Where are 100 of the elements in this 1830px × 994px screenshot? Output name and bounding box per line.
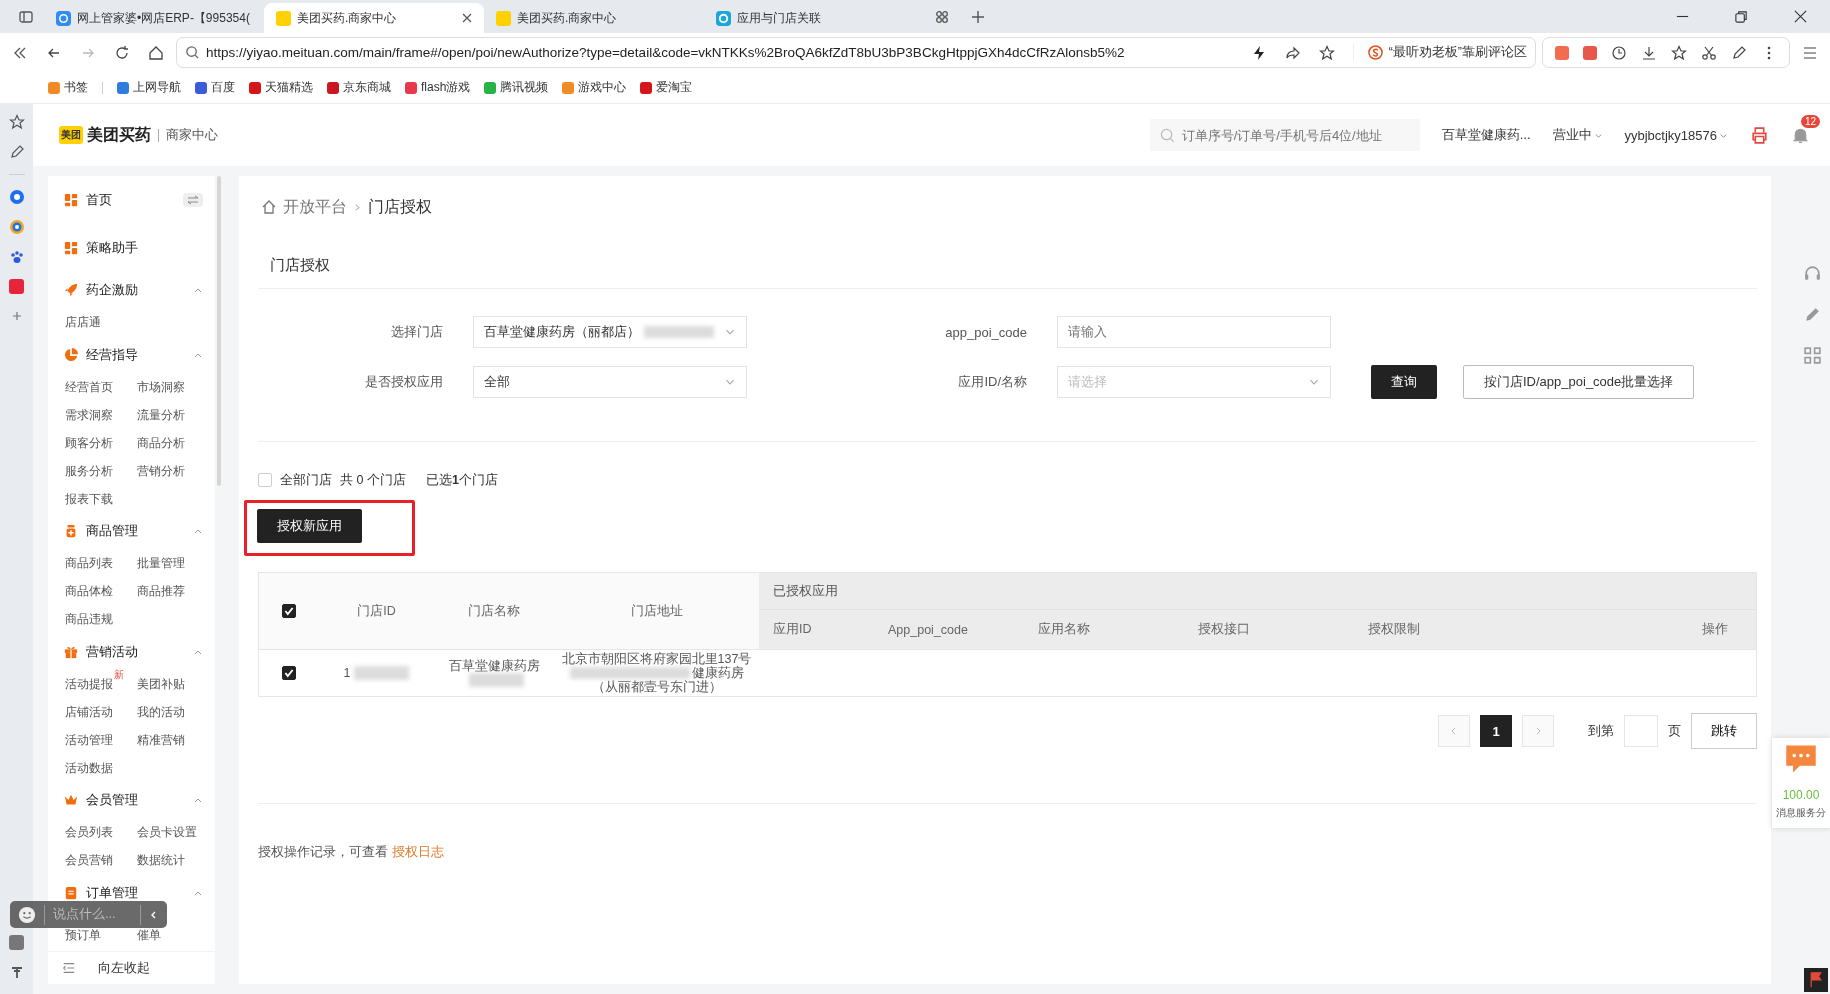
sidebar-subitem[interactable]: 批量管理 [137, 549, 217, 578]
pie-chart-icon [64, 347, 78, 362]
pen-icon[interactable] [8, 144, 25, 160]
bookmark[interactable]: flash游戏 [405, 79, 471, 96]
sidebar-item[interactable]: 首页 [48, 176, 215, 224]
paw-icon[interactable] [8, 249, 25, 265]
sidebar-subitem[interactable]: 我的活动 [137, 698, 217, 727]
sidebar-subitem[interactable]: 会员营销 [65, 846, 137, 875]
close-icon[interactable] [462, 13, 472, 23]
page-button[interactable]: 1 [1480, 715, 1512, 747]
sidebar-subitem[interactable]: 活动管理 [65, 726, 137, 755]
column-header: 门店地址 [630, 602, 683, 620]
news-ticker[interactable]: “最听劝老板”靠刷评论区 [1388, 44, 1527, 61]
chevron-right-icon [353, 202, 362, 212]
bookmark[interactable]: 天猫精选 [249, 79, 313, 96]
bookmark[interactable]: 上网导航 [117, 79, 181, 96]
column-header: 应用ID [773, 621, 812, 638]
authorize-app-button[interactable]: 授权新应用 [257, 509, 362, 543]
table-cell: 百草堂健康药房 [448, 659, 540, 673]
tabs-grid-icon[interactable] [934, 9, 950, 25]
pencil-icon[interactable] [1803, 305, 1822, 324]
score-value: 100.00 [1782, 788, 1820, 802]
sidebar-subitem[interactable]: 美团补贴 [137, 670, 217, 699]
sidebar-group-header[interactable]: 经营指导 [48, 336, 215, 374]
sidebar-subitem[interactable]: 流量分析 [137, 401, 217, 430]
printer-icon[interactable] [1750, 125, 1769, 145]
scrollbar[interactable] [217, 176, 221, 486]
circle-app-icon[interactable] [8, 219, 25, 235]
sidebar-subitem[interactable]: 店店通 [65, 308, 137, 337]
query-button[interactable]: 查询 [1371, 365, 1437, 399]
brand-name: 美团买药 [87, 124, 151, 145]
collapse-sidebar-button[interactable]: 向左收起 [48, 951, 215, 985]
checkbox-label[interactable]: 全部门店 [280, 471, 332, 489]
address-bar[interactable]: https://yiyao.meituan.com/main/frame#/open/poi/newAuthorize?type=detail&code=vkNTKKs%2BroQA6kfZdT8bU3bP3BCkgHtppjGXh4dcCfRzAlonsb5%2 “最听劝老板”靠刷评论区 [176, 37, 1536, 68]
browser-tab[interactable]: 美团买药.商家中心 [264, 3, 484, 33]
bookmark[interactable]: 爱淘宝 [640, 79, 693, 96]
star-icon[interactable] [8, 114, 25, 130]
sidebar-subitem[interactable]: 活动数据 [65, 754, 137, 783]
sidebar-subitem[interactable]: 顾客分析 [65, 429, 137, 458]
close-icon[interactable] [1793, 9, 1808, 24]
sidebar-subitem[interactable]: 服务分析 [65, 457, 137, 486]
headset-icon[interactable] [1803, 264, 1822, 283]
bookmark[interactable]: 京东商城 [327, 79, 391, 96]
sidebar-subitem[interactable]: 营销分析 [137, 457, 217, 486]
sidebar-subitem[interactable]: 报表下载 [65, 485, 137, 514]
sidebar-subitem[interactable]: 店铺活动 [65, 698, 137, 727]
bookmark[interactable]: 百度 [195, 79, 235, 96]
input-field[interactable]: 请输入 [1057, 316, 1331, 348]
sidebar-item[interactable]: 策略助手 [48, 224, 215, 273]
restore-icon[interactable] [1734, 9, 1749, 24]
sidebar-subitem[interactable]: 商品列表 [65, 549, 137, 578]
browser-tab[interactable]: 应用与门店关联 [704, 3, 924, 33]
jump-button[interactable]: 跳转 [1691, 713, 1757, 749]
sidebar-subitem[interactable]: 经营首页 [65, 373, 137, 402]
browser-tab[interactable]: 网上管家婆•网店ERP-【995354( [44, 3, 264, 33]
sidebar-subitem[interactable]: 商品推荐 [137, 577, 217, 606]
sidebar-subitem[interactable]: 市场洞察 [137, 373, 217, 402]
sidebar-subitem[interactable]: 商品体检 [65, 577, 137, 606]
sidebar-subitem[interactable]: 商品违规 [65, 605, 137, 634]
rocket-icon [64, 283, 78, 298]
sidebar-subitem[interactable]: 需求洞察 [65, 401, 137, 430]
select-field[interactable]: 全部 [473, 366, 747, 398]
bookmark[interactable]: 书签 [48, 79, 88, 96]
sidebar-group-header[interactable]: 会员管理 [48, 782, 215, 819]
bookmark[interactable]: 游戏中心 [562, 79, 627, 96]
sidebar-subitem[interactable]: 会员列表 [65, 818, 137, 847]
page-input[interactable] [1624, 715, 1658, 747]
filter-label: 选择门店 [390, 323, 443, 341]
cloud-icon [56, 10, 71, 26]
bookmark[interactable]: 腾讯视频 [484, 79, 549, 96]
sidebar-subitem[interactable]: 会员卡设置 [137, 818, 217, 847]
batch-select-button[interactable]: 按门店ID/app_poi_code批量选择 [1463, 365, 1695, 399]
breadcrumb-link[interactable]: 开放平台 [283, 196, 347, 218]
translate-icon[interactable] [1555, 45, 1569, 60]
status-dropdown[interactable]: 营业中 [1552, 126, 1603, 144]
sidebar-subitem[interactable]: 精准营销 [137, 726, 217, 755]
pdf-icon[interactable] [1583, 45, 1597, 60]
service-score-panel[interactable]: 100.00 消息服务分 [1772, 738, 1830, 828]
user-dropdown[interactable]: yybjbctjky18576 [1624, 127, 1728, 143]
sidebar-group-header[interactable]: 药企激励 [48, 272, 215, 309]
sidebar-subitem[interactable]: 活动提报 新 [65, 670, 137, 699]
sidebar-subitem[interactable]: 数据统计 [137, 846, 217, 875]
column-header: 应用名称 [1038, 621, 1090, 638]
store-selector[interactable]: 百草堂健康药... [1441, 126, 1531, 144]
sidebar-toggle-icon[interactable] [18, 9, 34, 25]
flag-icon[interactable] [1804, 968, 1828, 992]
select-field[interactable]: 百草堂健康药房（丽都店） [473, 316, 747, 348]
search-field[interactable]: 订单序号/订单号/手机号后4位/地址 [1149, 119, 1420, 151]
smiley-icon [18, 905, 36, 924]
filter-label: app_poi_code [944, 324, 1027, 340]
new-tab-icon[interactable] [970, 9, 986, 25]
sogou-icon[interactable] [1367, 45, 1383, 60]
browser-tab[interactable]: 美团买药.商家中心 [484, 3, 704, 33]
sidebar-group-header[interactable]: 商品管理 [48, 513, 215, 550]
checkbox[interactable] [282, 666, 296, 680]
home-icon[interactable] [261, 199, 277, 215]
checkbox[interactable] [282, 604, 296, 618]
column-header: 授权接口 [1198, 621, 1250, 638]
sidebar-subitem[interactable]: 商品分析 [137, 429, 217, 458]
qr-code-icon[interactable] [1803, 346, 1822, 365]
